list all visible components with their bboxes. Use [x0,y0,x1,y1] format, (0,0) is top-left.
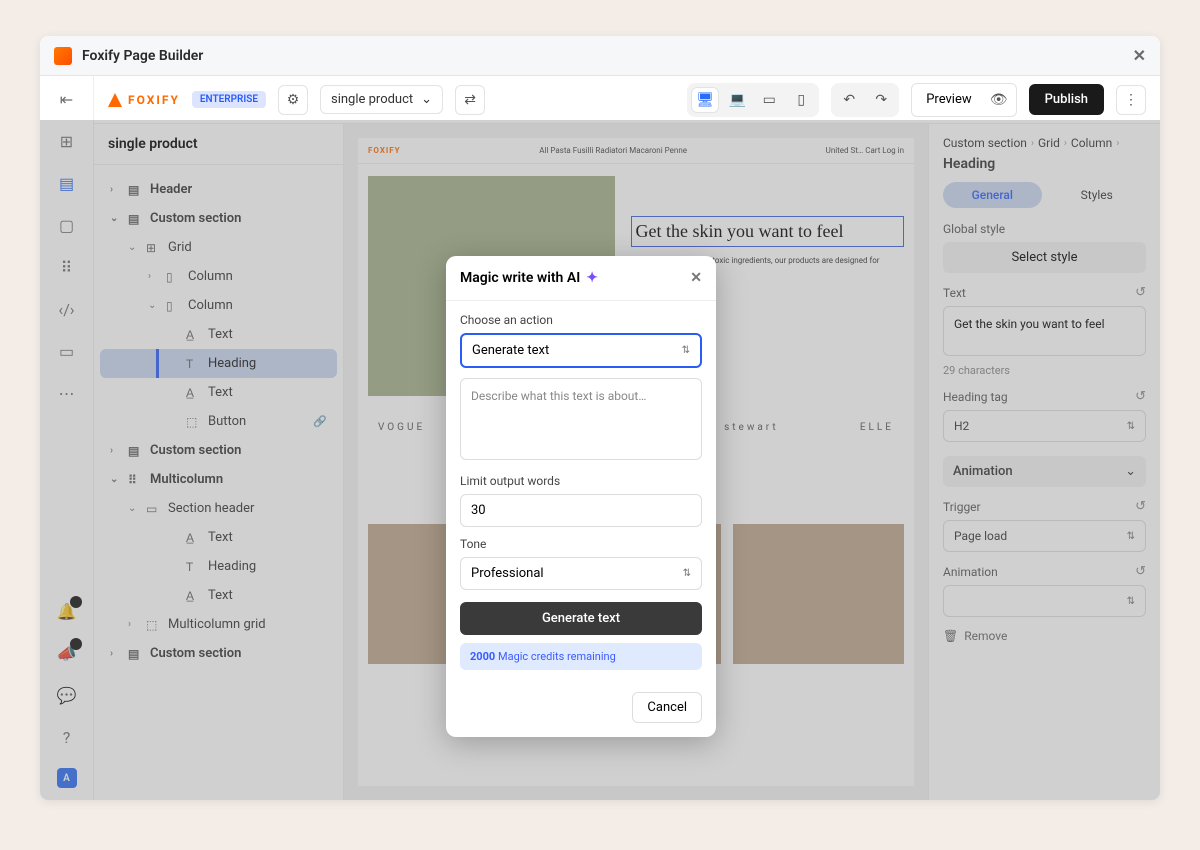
word-limit-input[interactable] [460,494,702,527]
redo-button[interactable]: ↷ [867,87,895,113]
foxify-mark-icon [108,93,122,107]
tier-badge: ENTERPRISE [192,91,266,108]
action-label: Choose an action [460,313,702,327]
device-preview-group: 🖥 💻 ▭ ▯ [687,83,819,117]
generate-text-button[interactable]: Generate text [460,602,702,635]
description-input[interactable] [460,378,702,460]
desktop-device-button[interactable]: 🖥 [691,87,719,113]
brand-logo: FOXIFY [108,93,180,107]
preview-button[interactable]: Preview [916,90,981,109]
window-titlebar: Foxify Page Builder ✕ [40,36,1160,76]
credits-banner: 2000 Magic credits remaining [460,643,702,670]
select-arrows-icon: ⇅ [682,348,690,353]
laptop-device-button[interactable]: 💻 [723,87,751,113]
tone-label: Tone [460,537,702,551]
undo-button[interactable]: ↶ [835,87,863,113]
magic-write-modal: Magic write with AI ✦ ✕ Choose an action… [446,256,716,737]
exit-icon[interactable]: ⇤ [56,88,78,110]
window-close-button[interactable]: ✕ [1133,46,1146,65]
toolbar-more-button[interactable]: ⋮ [1116,85,1146,115]
modal-close-button[interactable]: ✕ [690,270,702,286]
swap-button[interactable]: ⇄ [455,85,485,115]
modal-title: Magic write with AI [460,270,580,286]
preview-group: Preview 👁 [911,83,1016,117]
action-select[interactable]: Generate text⇅ [460,333,702,368]
publish-button[interactable]: Publish [1029,84,1104,115]
top-toolbar: FOXIFY ENTERPRISE ⚙ single product⌄ ⇄ 🖥 … [94,76,1160,124]
tablet-device-button[interactable]: ▭ [755,87,783,113]
limit-label: Limit output words [460,474,702,488]
app-logo-icon [54,47,72,65]
cancel-button[interactable]: Cancel [632,692,702,723]
tone-select[interactable]: Professional⇅ [460,557,702,590]
window-title: Foxify Page Builder [82,48,203,64]
preview-eye-icon[interactable]: 👁 [986,88,1012,112]
page-select-dropdown[interactable]: single product⌄ [320,85,443,114]
history-group: ↶ ↷ [831,83,899,117]
mobile-device-button[interactable]: ▯ [787,87,815,113]
sparkle-icon: ✦ [586,270,598,286]
settings-gear-button[interactable]: ⚙ [278,85,308,115]
chevron-down-icon: ⌄ [421,92,432,107]
select-arrows-icon: ⇅ [683,571,691,576]
